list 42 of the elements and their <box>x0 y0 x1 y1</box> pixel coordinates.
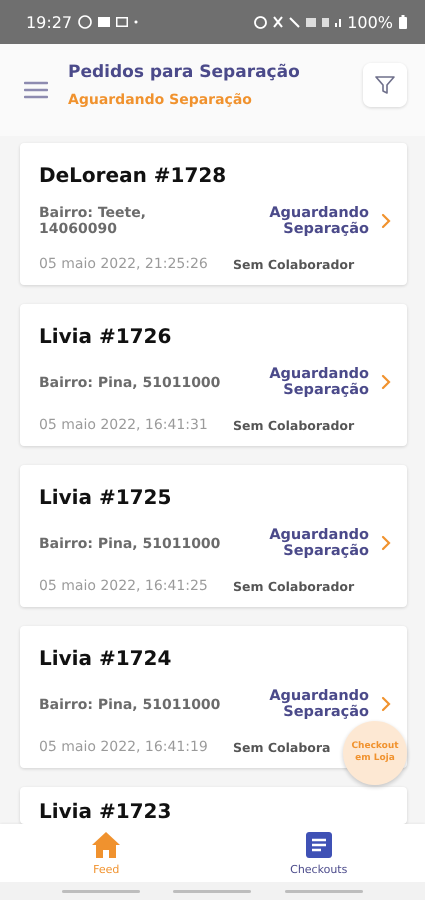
order-address: Bairro: Pina, 51011000 <box>39 536 220 552</box>
order-address: Bairro: Teete, 14060090 <box>39 204 148 236</box>
order-date: 05 maio 2022, 16:41:19 <box>39 738 208 754</box>
order-date: 05 maio 2022, 21:25:26 <box>39 256 208 272</box>
filter-button[interactable] <box>363 63 407 107</box>
home-icon <box>91 830 122 858</box>
order-address: Bairro: Pina, 51011000 <box>39 375 220 391</box>
chevron-right-icon <box>381 534 391 550</box>
order-card[interactable]: Livia #1725 Bairro: Pina, 51011000 Aguardando Separação 05 maio 2022, 16:41:25 Sem Colaborador <box>20 465 407 607</box>
order-title: Livia #1725 <box>39 485 172 509</box>
order-title: Livia #1723 <box>39 799 172 823</box>
order-card[interactable]: DeLorean #1728 Bairro: Teete, 14060090 Aguardando Separação 05 maio 2022, 21:25:26 Sem Colaborador <box>20 143 407 285</box>
filter-icon <box>374 74 396 96</box>
chevron-right-icon <box>381 374 391 390</box>
order-date: 05 maio 2022, 16:41:25 <box>39 578 208 594</box>
order-card[interactable]: Livia #1726 Bairro: Pina, 51011000 Aguardando Separação 05 maio 2022, 16:41:31 Sem Colaborador <box>20 304 407 446</box>
menu-icon <box>24 81 48 99</box>
order-assignee: Sem Colaborador <box>233 418 354 433</box>
order-card[interactable]: Livia #1723 <box>20 787 407 824</box>
battery-icon <box>399 15 407 29</box>
signal-icon <box>335 18 342 26</box>
order-date: 05 maio 2022, 16:41:31 <box>39 416 208 432</box>
page-subtitle: Aguardando Separação <box>68 92 253 108</box>
order-status: Aguardando Separação <box>268 688 369 720</box>
order-title: DeLorean #1728 <box>39 163 228 187</box>
chevron-right-icon <box>381 212 391 228</box>
page-title: Pedidos para Separação <box>68 62 301 82</box>
order-status: Aguardando Separação <box>268 366 369 398</box>
order-assignee: Sem Colaborador <box>233 579 354 594</box>
menu-button[interactable] <box>24 81 48 99</box>
order-title: Livia #1726 <box>39 324 172 348</box>
nav-tab[interactable]: Checkouts <box>212 824 425 882</box>
chevron-right-icon <box>381 696 391 712</box>
order-address: Bairro: Pina, 51011000 <box>39 697 220 713</box>
order-status: Aguardando Separação <box>268 526 369 558</box>
clock: 19:27 <box>26 12 72 32</box>
order-assignee: Sem Colaborador <box>233 257 354 272</box>
battery-level: 100% <box>347 12 393 32</box>
document-icon <box>304 830 333 858</box>
order-title: Livia #1724 <box>39 646 172 670</box>
order-assignee: Sem Colabora <box>233 740 330 755</box>
order-status: Aguardando Separação <box>268 204 369 236</box>
